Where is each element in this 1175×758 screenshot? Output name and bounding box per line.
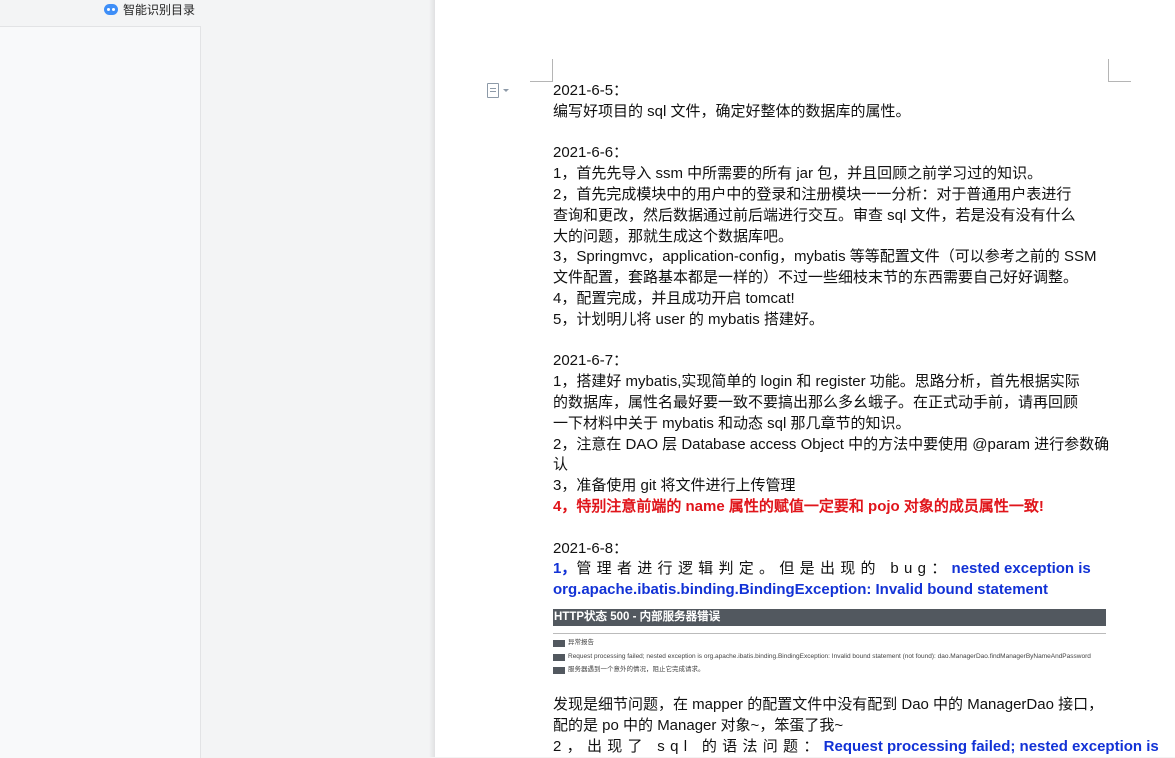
text-line: 5，计划明儿将 user 的 mybatis 搭建好。: [553, 310, 824, 328]
error-screenshot-image: HTTP状态 500 - 内部服务器错误 异常报告 Request proces…: [553, 608, 1106, 691]
date-heading: 2021-6-8：: [553, 539, 629, 557]
divider: [553, 632, 1106, 634]
text-line: 查询和更改，然后数据通过前后端进行交互。审查 sql 文件，若是没有没有什么: [553, 206, 1076, 224]
text-line: 2，注意在 DAO 层 Database access Object 中的方法中…: [553, 435, 1110, 453]
text-line: 2，首先完成模块中的用户中的登录和注册模块一一分析：对于普通用户表进行: [553, 185, 1072, 203]
text-line: 大的问题，那就生成这个数据库吧。: [553, 227, 794, 245]
text-line: 4，配置完成，并且成功开启 tomcat!: [553, 289, 795, 307]
highlight-warning-line: 4，特别注意前端的 name 属性的赋值一定要和 pojo 对象的成员属性一致!: [553, 497, 1044, 515]
text-line: 3，准备使用 git 将文件进行上传管理: [553, 477, 796, 495]
label-tag: [553, 653, 565, 661]
text-line: 认: [553, 456, 569, 474]
text-line: 配的是 po 中的 Manager 对象~，笨蛋了我~: [553, 716, 844, 734]
text-line: 编写好项目的 sql 文件，确定好整体的数据库的属性。: [553, 102, 911, 120]
text-line: 3，Springmvc，application-config，mybatis 等…: [553, 248, 1097, 266]
smart-toc-icon: [104, 3, 118, 15]
error-row-text: 服务器遇到一个意外的情况，阻止它完成请求。: [568, 666, 705, 674]
text-line: 2021-6-5：: [553, 82, 629, 99]
smart-toc-label: 智能识别目录: [123, 2, 196, 17]
bug-description: 管理者进行逻辑判定。但是出现的 bug：: [576, 560, 952, 578]
margin-corner-top-left: [530, 59, 553, 82]
label-tag: [553, 639, 565, 647]
document-icon: [487, 83, 499, 98]
document-body[interactable]: 2021-6-5： 编写好项目的 sql 文件，确定好整体的数据库的属性。 20…: [553, 81, 1159, 758]
margin-corner-top-right: [1108, 59, 1131, 82]
smart-toc-button[interactable]: 智能识别目录: [104, 0, 195, 18]
exception-text: Request processing failed; nested except…: [823, 737, 1159, 755]
text-line: 2021-6-7：: [553, 352, 629, 370]
navigation-panel: [0, 26, 201, 758]
exception-text: org.apache.ibatis.binding.BindingExcepti…: [553, 581, 1049, 599]
text-line: 的数据库，属性名最好要一致不要搞出那么多幺蛾子。在正式动手前，请再回顾: [553, 393, 1079, 411]
text-line: 2021-6-6：: [553, 144, 629, 162]
bug-description: 2，出现了 sql 的语法问题：: [553, 737, 824, 755]
document-page[interactable]: 2021-6-5： 编写好项目的 sql 文件，确定好整体的数据库的属性。 20…: [435, 0, 1175, 757]
text-line: 1，首先先导入 ssm 中所需要的所有 jar 包，并且回顾之前学习过的知识。: [553, 165, 1043, 183]
paragraph-menu-button[interactable]: [487, 83, 509, 98]
text-line: 一下材料中关于 mybatis 和动态 sql 那几章节的知识。: [553, 414, 911, 432]
text-line: 文件配置，套路基本都是一样的）不过一些细枝末节的东西需要自己好好调整。: [553, 269, 1079, 287]
error-heading: HTTP状态 500 - 内部服务器错误: [553, 608, 1106, 626]
bug-line-2: 2，出现了 sql 的语法问题：Request processing faile…: [553, 737, 1159, 758]
exception-text: nested exception is: [951, 560, 1091, 578]
label-tag: [553, 666, 565, 674]
chevron-down-icon: [503, 89, 509, 92]
text-line: 1，搭建好 mybatis,实现简单的 login 和 register 功能。…: [553, 373, 1080, 391]
text-line: 发现是细节问题，在 mapper 的配置文件中没有配到 Dao 中的 Manag…: [553, 695, 1104, 713]
bug-number: 1，: [553, 560, 577, 578]
bug-line: 1，管理者进行逻辑判定。但是出现的 bug：nested exception i…: [553, 559, 1108, 580]
